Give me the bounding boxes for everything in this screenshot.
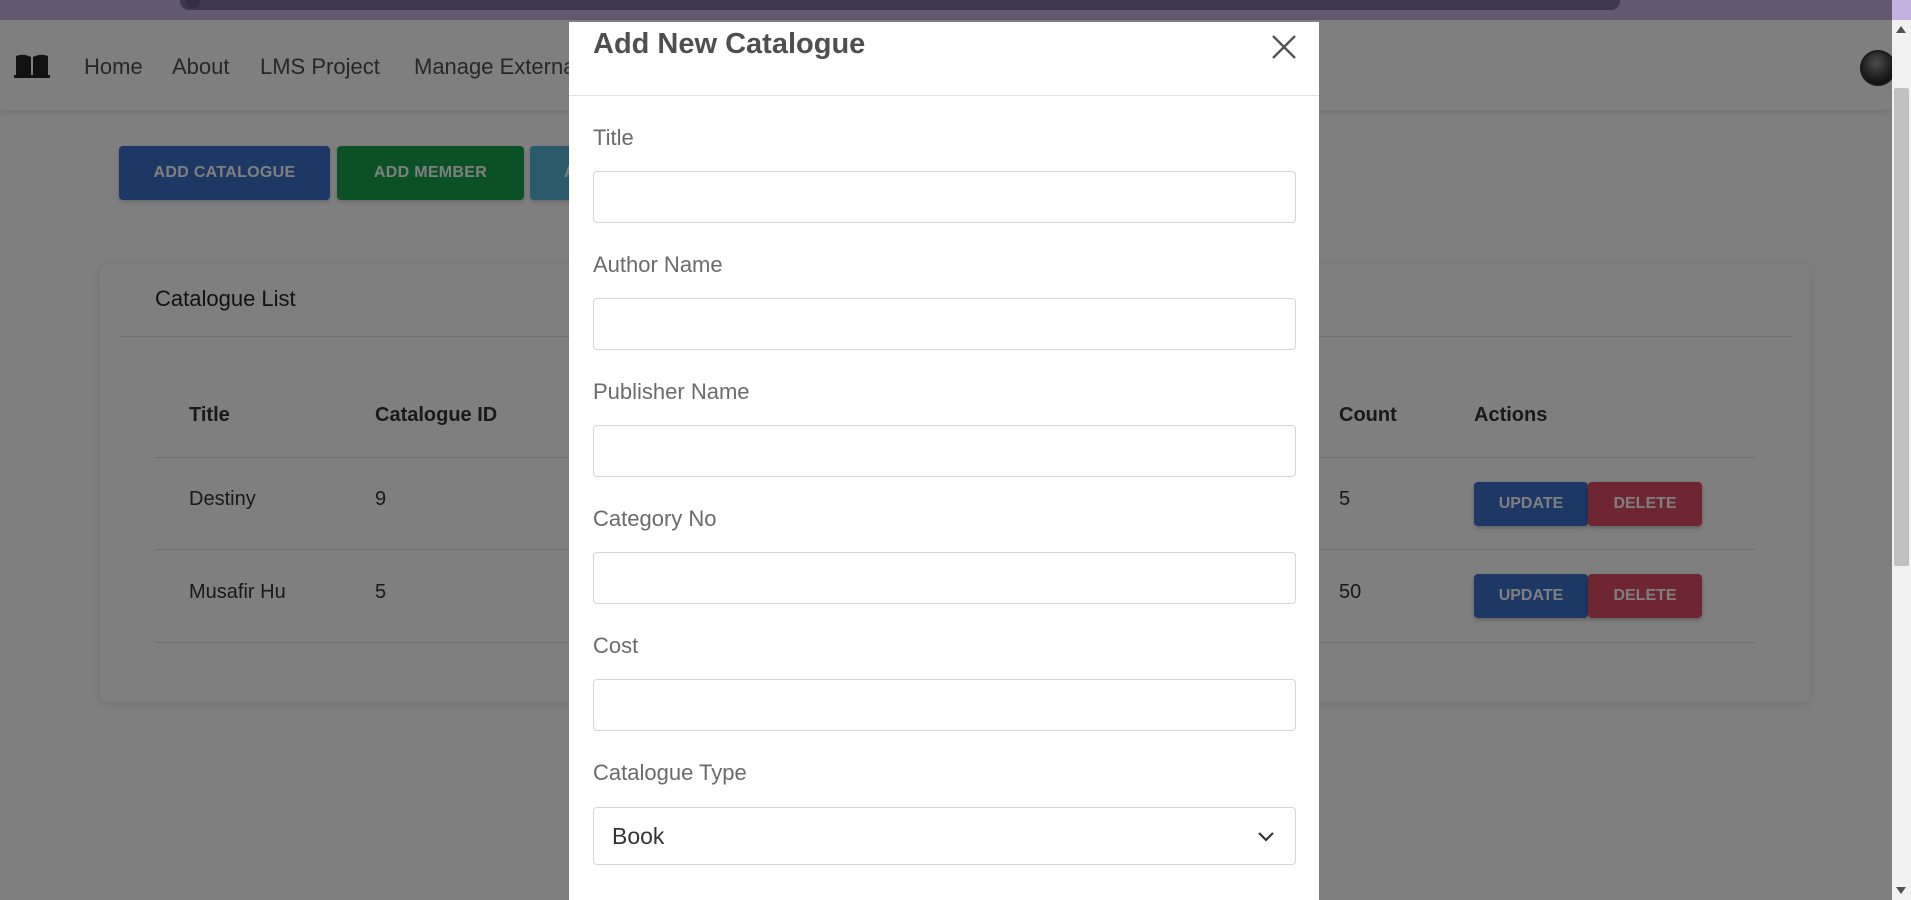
author-name-label: Author Name: [593, 252, 723, 277]
scroll-thumb[interactable]: [1894, 88, 1909, 566]
scroll-up-arrow-icon[interactable]: [1896, 26, 1906, 33]
add-catalogue-modal: Add New Catalogue Title Author Name Publ…: [569, 22, 1319, 900]
author-name-input[interactable]: [593, 298, 1296, 350]
chevron-down-icon: [1258, 832, 1274, 842]
catalogue-type-selected-value: Book: [612, 823, 665, 849]
publisher-name-input[interactable]: [593, 425, 1296, 477]
title-label: Title: [593, 125, 634, 150]
title-input[interactable]: [593, 171, 1296, 223]
catalogue-type-select[interactable]: Book: [593, 807, 1296, 865]
category-no-input[interactable]: [593, 552, 1296, 604]
publisher-name-label: Publisher Name: [593, 379, 750, 404]
cost-input[interactable]: [593, 679, 1296, 731]
page-scrollbar[interactable]: [1892, 20, 1911, 900]
close-icon[interactable]: [1269, 32, 1299, 62]
modal-title: Add New Catalogue: [593, 28, 866, 60]
cost-label: Cost: [593, 633, 639, 658]
catalogue-type-label: Catalogue Type: [593, 760, 747, 785]
scroll-down-arrow-icon[interactable]: [1896, 887, 1906, 894]
category-no-label: Category No: [593, 506, 717, 531]
modal-header: Add New Catalogue: [569, 22, 1319, 96]
